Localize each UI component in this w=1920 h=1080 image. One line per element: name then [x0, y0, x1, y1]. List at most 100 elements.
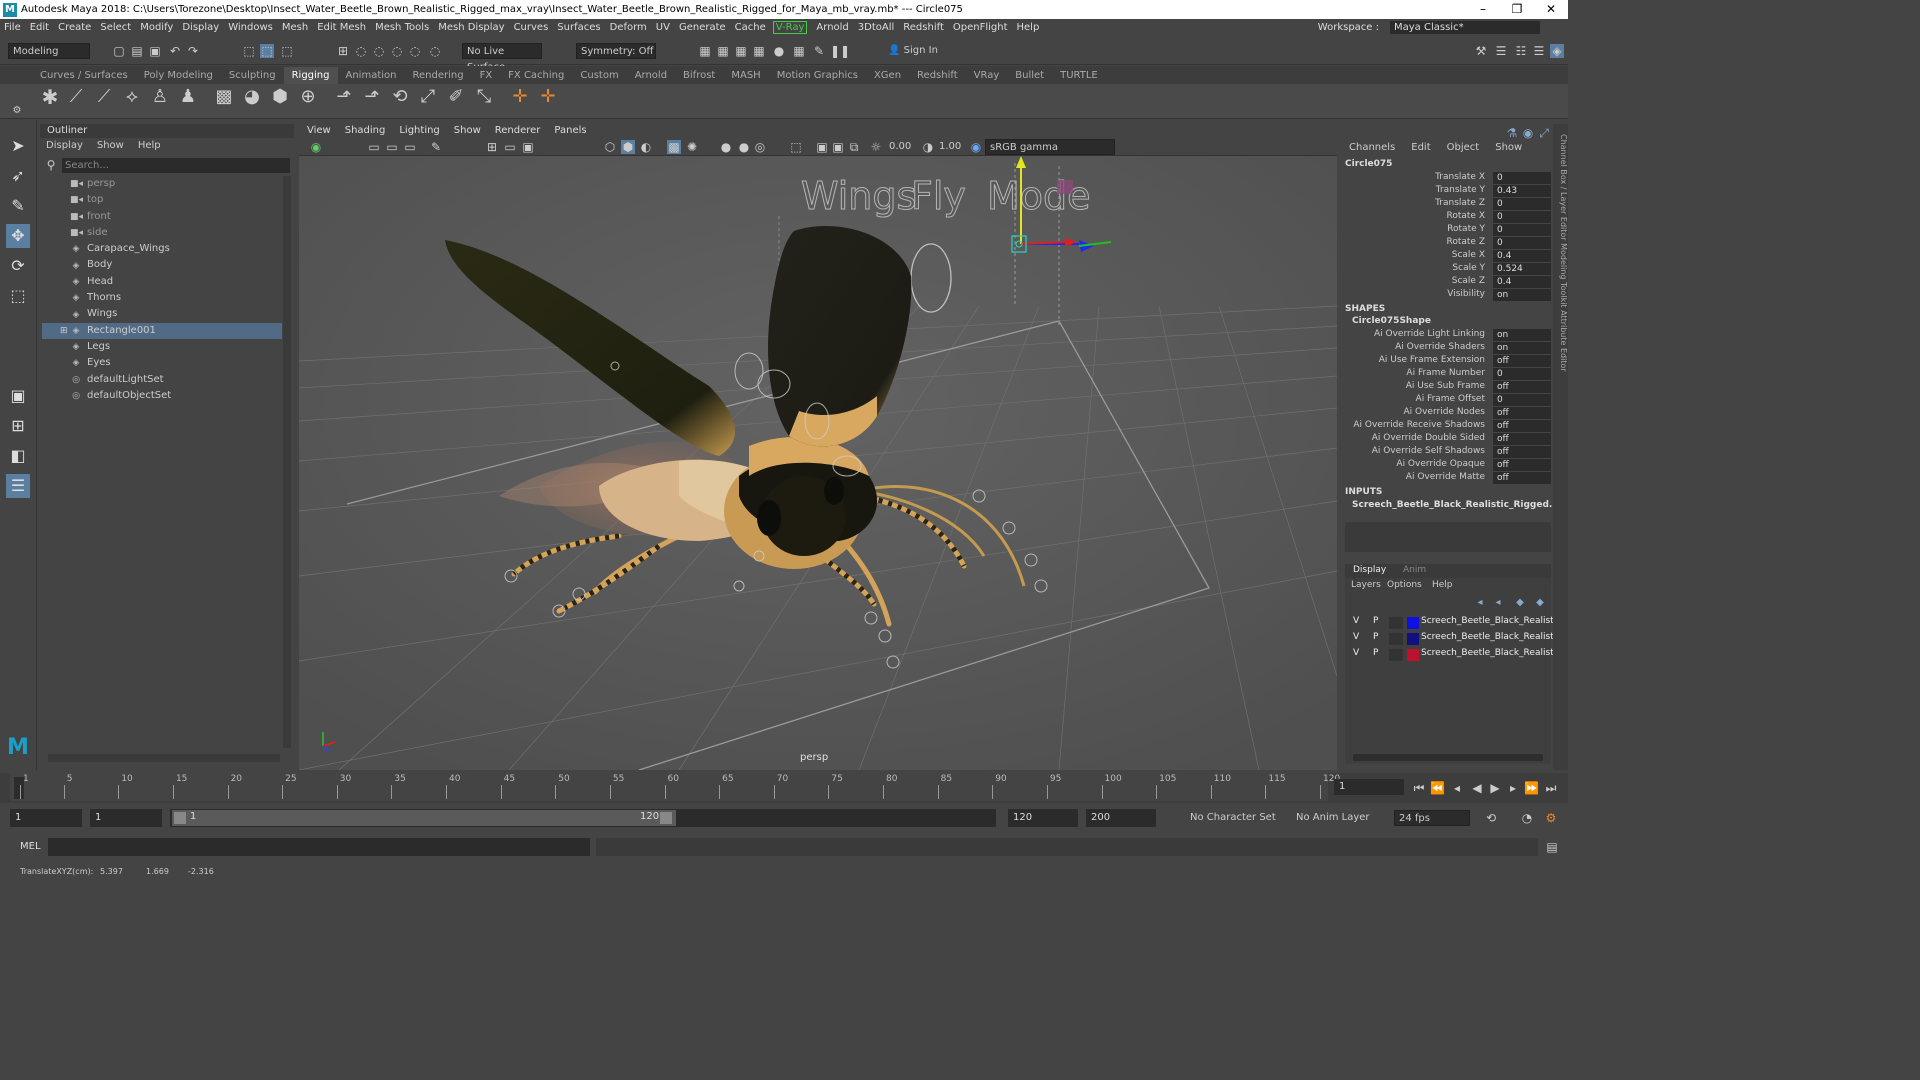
menu-mesh-display[interactable]: Mesh Display [438, 22, 504, 33]
gamma-field[interactable]: 1.00 [935, 139, 965, 155]
maximize-button[interactable]: ❐ [1500, 0, 1534, 19]
menu-mesh-tools[interactable]: Mesh Tools [375, 22, 429, 33]
ambient-occlusion-icon[interactable]: ● [737, 140, 751, 154]
menu-curves[interactable]: Curves [514, 22, 549, 33]
range-start-handle[interactable] [174, 812, 186, 824]
range-slider-bar[interactable] [172, 810, 676, 826]
redo-icon[interactable]: ↷ [186, 44, 200, 58]
lasso-tool-icon[interactable]: ➶ [6, 164, 30, 188]
outliner-search-input[interactable]: Search... [62, 158, 290, 173]
animation-start-field[interactable]: 1 [10, 809, 82, 827]
play-backwards-icon[interactable]: ◀ [1470, 781, 1484, 795]
tool-toggle-icon[interactable]: ⤢ [1537, 126, 1551, 140]
smooth-shade-icon[interactable]: ⬢ [621, 140, 635, 154]
layer-visibility-toggle[interactable]: V [1353, 616, 1359, 626]
layer-display-type[interactable] [1389, 633, 1403, 645]
menu-surfaces[interactable]: Surfaces [557, 22, 600, 33]
menu-display[interactable]: Display [182, 22, 219, 33]
parent-constraint-icon[interactable]: ⬏ [334, 88, 354, 110]
exposure-field[interactable]: 0.00 [885, 139, 915, 155]
paint-select-icon[interactable]: ✎ [6, 194, 30, 218]
shelf-tab-mash[interactable]: MASH [723, 67, 768, 84]
save-scene-icon[interactable]: ▣ [148, 44, 162, 58]
outliner-item-persp[interactable]: ■◂ persp [42, 176, 282, 192]
anim-layer-dropdown[interactable]: No Anim Layer [1292, 810, 1378, 826]
layer-horizontal-scrollbar[interactable] [1353, 754, 1543, 761]
layer-editor-icon[interactable]: ◈ [1550, 44, 1564, 58]
lattice-icon[interactable]: ⬢ [270, 88, 290, 110]
channel-scale-x[interactable]: Scale X 0.4 [1341, 250, 1553, 263]
shelf-tab-redshift[interactable]: Redshift [909, 67, 966, 84]
menu-edit-mesh[interactable]: Edit Mesh [317, 22, 366, 33]
select-camera-icon[interactable]: ◉ [309, 140, 323, 154]
shelf-tab-animation[interactable]: Animation [338, 67, 405, 84]
snap-curve-icon[interactable]: ◌ [354, 44, 368, 58]
bind-skin-icon[interactable]: ▩ [214, 88, 234, 110]
channel-box-toggle-icon[interactable]: ⚗ [1505, 126, 1519, 140]
two-pane-layout-icon[interactable]: ◧ [6, 444, 30, 468]
gamma-icon[interactable]: ◑ [921, 140, 935, 154]
shelf-tab-turtle[interactable]: TURTLE [1052, 67, 1106, 84]
viewport-menu-lighting[interactable]: Lighting [399, 124, 439, 138]
outliner-item-side[interactable]: ■◂ side [42, 225, 282, 241]
image-plane-icon[interactable]: ▭ [403, 140, 417, 154]
layers-help-menu[interactable]: Help [1432, 580, 1453, 590]
channel-visibility[interactable]: Visibility on [1341, 289, 1553, 302]
color-management-icon[interactable]: ◉ [969, 140, 983, 154]
tool-settings-icon[interactable]: ☷ [1514, 44, 1528, 58]
layer-row[interactable]: V P Screech_Beetle_Black_Realistic_ [1345, 632, 1566, 648]
close-button[interactable]: ✕ [1534, 0, 1568, 19]
snap-grid-icon[interactable]: ⊞ [336, 44, 350, 58]
outliner-item-wings[interactable]: ◈ Wings [42, 306, 282, 322]
shelf-tab-fx[interactable]: FX [472, 67, 501, 84]
outliner-item-top[interactable]: ■◂ top [42, 192, 282, 208]
channel-scale-z[interactable]: Scale Z 0.4 [1341, 276, 1553, 289]
attr-frame-number[interactable]: Ai Frame Number 0 [1341, 368, 1553, 381]
layer-display-type[interactable] [1389, 617, 1403, 629]
attr-use-sub-frame[interactable]: Ai Use Sub Frame off [1341, 381, 1553, 394]
animation-preferences-icon[interactable]: ⚙ [1544, 811, 1558, 825]
grease-pencil-icon[interactable]: ✎ [429, 140, 443, 154]
ipr-render-icon[interactable]: ▦ [734, 44, 748, 58]
layers-options-menu[interactable]: Options [1387, 580, 1422, 590]
human-ik-icon[interactable]: ♟ [178, 88, 198, 110]
resolution-gate-icon[interactable]: ▣ [521, 140, 535, 154]
attr-override-light-linking[interactable]: Ai Override Light Linking on [1341, 329, 1553, 342]
attribute-toggle-icon[interactable]: ◉ [1521, 126, 1535, 140]
attr-override-double-sided[interactable]: Ai Override Double Sided off [1341, 433, 1553, 446]
select-component-icon[interactable]: ⬚ [280, 44, 294, 58]
animation-end-field[interactable]: 200 [1086, 809, 1156, 827]
viewport-menu-shading[interactable]: Shading [345, 124, 386, 138]
go-to-start-icon[interactable]: ⏮ [1412, 781, 1426, 795]
channel-translate-x[interactable]: Translate X0 [1341, 172, 1553, 185]
layer-row[interactable]: V P Screech_Beetle_Black_Realistic_ [1345, 616, 1566, 632]
select-tool-icon[interactable]: ➤ [6, 134, 30, 158]
shelf-tab-rendering[interactable]: Rendering [404, 67, 471, 84]
attr-override-shaders[interactable]: Ai Override Shaders on [1341, 342, 1553, 355]
single-pane-layout-icon[interactable]: ▣ [6, 384, 30, 408]
open-scene-icon[interactable]: ▤ [130, 44, 144, 58]
channels-show-menu[interactable]: Show [1495, 142, 1522, 153]
wireframe-on-shaded-icon[interactable]: ◐ [639, 140, 653, 154]
menu-set-dropdown[interactable]: Modeling [8, 43, 90, 59]
channels-edit-menu[interactable]: Edit [1411, 142, 1430, 153]
snap-surface-icon[interactable]: ◌ [408, 44, 422, 58]
channels-menu[interactable]: Channels [1349, 142, 1395, 153]
script-language-label[interactable]: MEL [20, 841, 41, 852]
time-slider[interactable]: 1 5 10 15 20 25 30 35 40 45 50 55 60 65 70 75 80 85 90 95 10… [0, 773, 1568, 803]
paint-weights-icon[interactable]: ◕ [242, 88, 262, 110]
menu-generate[interactable]: Generate [679, 22, 726, 33]
layer-playback-toggle[interactable]: P [1373, 632, 1378, 642]
layer-row[interactable]: V P Screech_Beetle_Black_Realistic_ [1345, 648, 1566, 664]
menu-modify[interactable]: Modify [140, 22, 173, 33]
outliner-item-thorns[interactable]: ◈ Thorns [42, 290, 282, 306]
minimize-button[interactable]: – [1466, 0, 1500, 19]
locator-icon[interactable]: ✛ [510, 88, 530, 110]
range-end-handle[interactable] [660, 812, 672, 824]
layer-visibility-toggle[interactable]: V [1353, 632, 1359, 642]
menu-cache[interactable]: Cache [735, 22, 766, 33]
menu-redshift[interactable]: Redshift [903, 22, 944, 33]
render-settings-icon[interactable]: ▦ [752, 44, 766, 58]
render-view-icon[interactable]: ▦ [698, 44, 712, 58]
outliner-horizontal-scrollbar[interactable] [48, 754, 280, 762]
